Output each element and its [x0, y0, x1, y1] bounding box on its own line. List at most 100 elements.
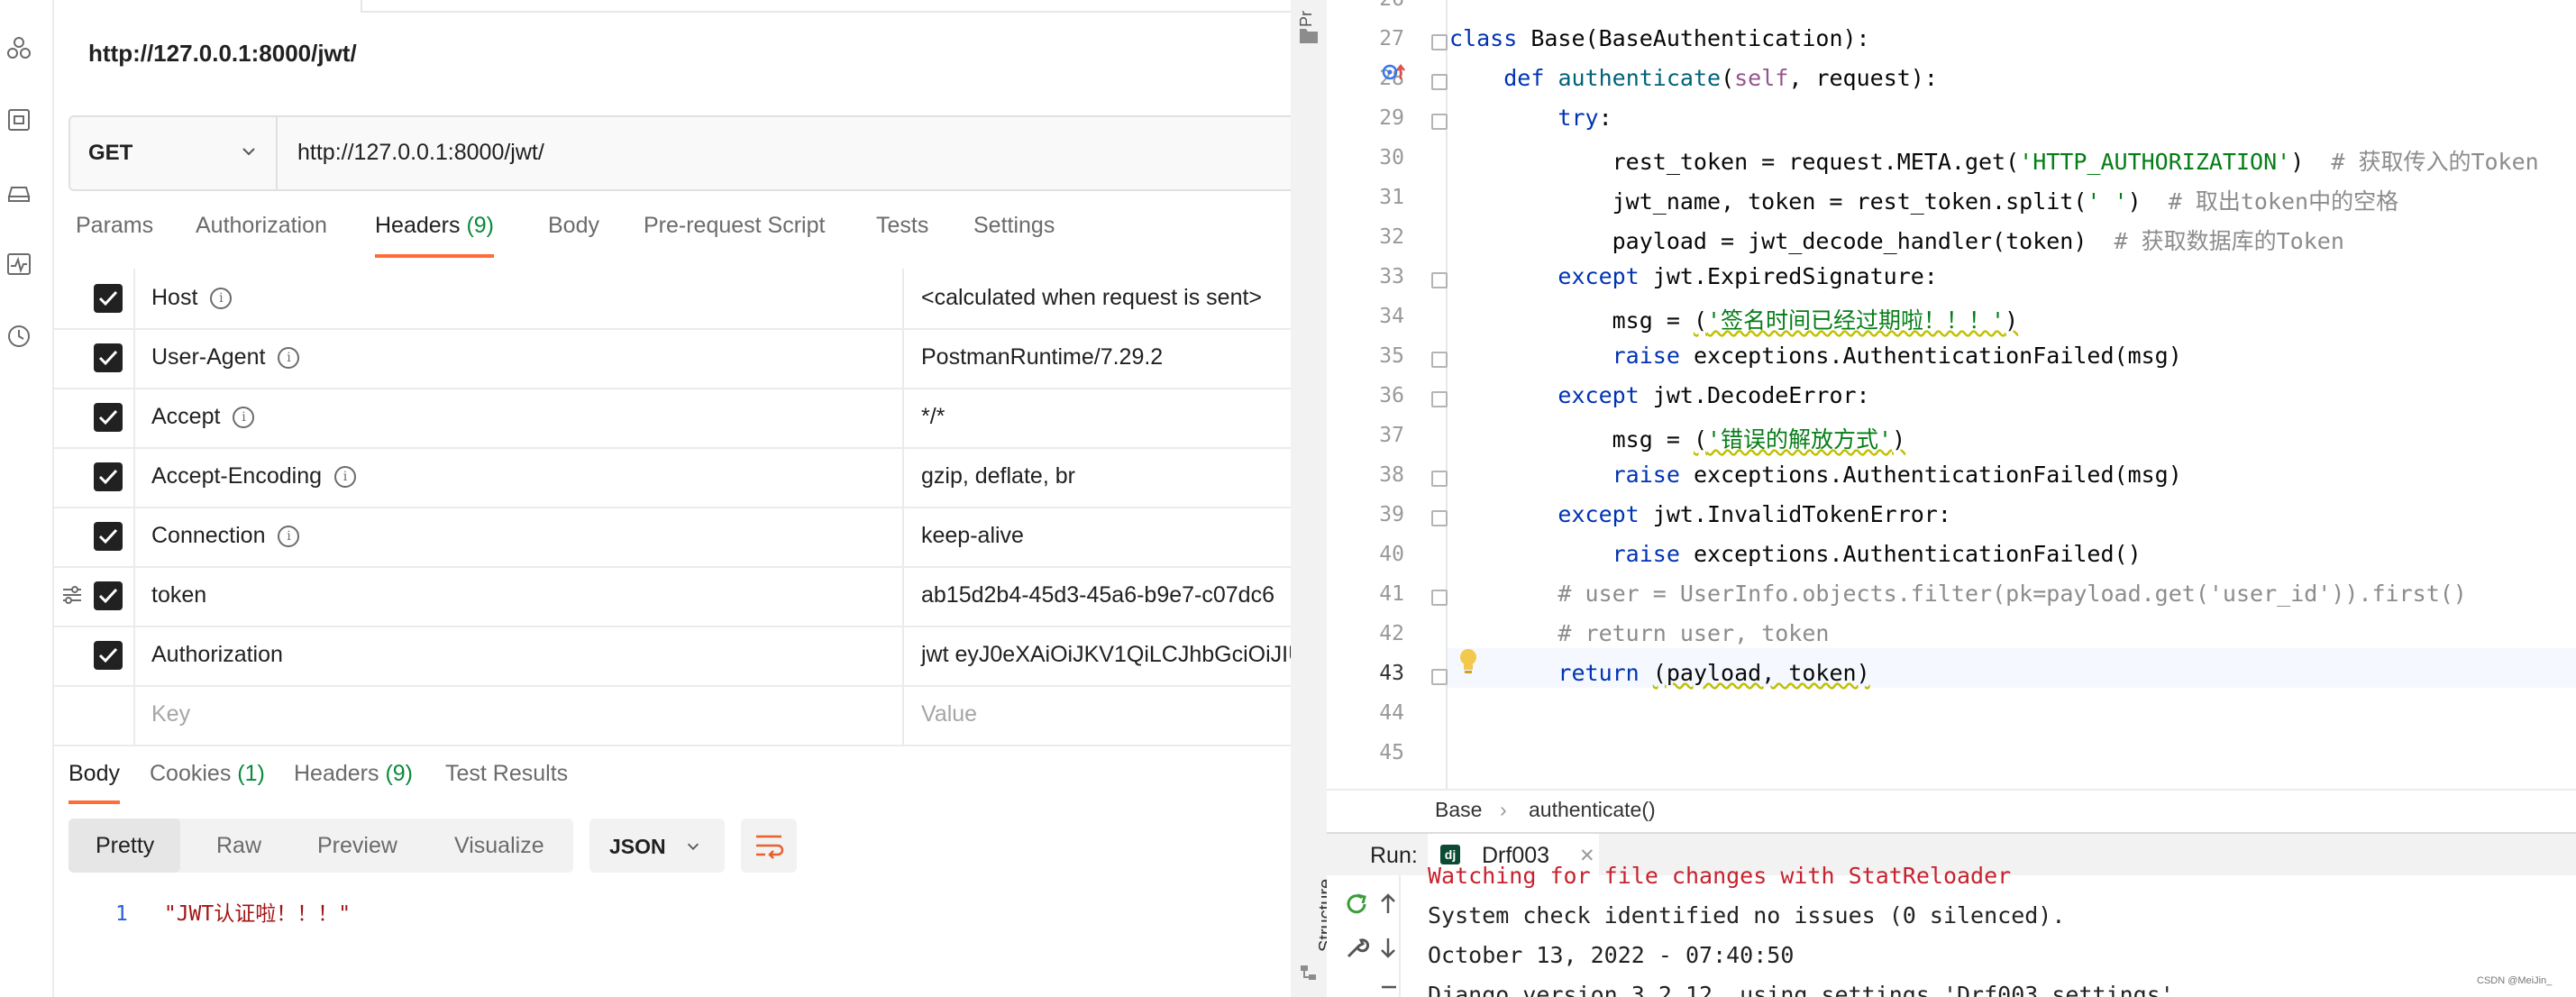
- header-value[interactable]: */*: [921, 404, 945, 430]
- rerun-icon[interactable]: [1343, 892, 1370, 917]
- code-line: jwt_name, token = rest_token.split(' ') …: [1449, 188, 2399, 215]
- active-tab-underline: [69, 800, 120, 804]
- header-checkbox[interactable]: [94, 581, 123, 610]
- header-key[interactable]: Authorization: [151, 642, 283, 668]
- wrap-lines-button[interactable]: [741, 819, 797, 873]
- fold-marker-icon[interactable]: [1431, 391, 1448, 407]
- code-line: # user = UserInfo.objects.filter(pk=payl…: [1557, 581, 2467, 607]
- view-pretty[interactable]: Pretty: [96, 833, 154, 859]
- environments-icon[interactable]: [5, 178, 32, 206]
- header-checkbox[interactable]: [94, 284, 123, 313]
- apis-icon[interactable]: [5, 106, 32, 133]
- fold-marker-icon[interactable]: [1431, 114, 1448, 130]
- breadcrumb-item[interactable]: Base: [1435, 798, 1482, 822]
- scroll-down-icon[interactable]: [1379, 937, 1397, 960]
- tab-tests[interactable]: Tests: [876, 213, 928, 239]
- tab-params[interactable]: Params: [76, 213, 153, 239]
- header-checkbox[interactable]: [94, 641, 123, 670]
- info-icon[interactable]: i: [278, 526, 300, 548]
- url-input[interactable]: http://127.0.0.1:8000/jwt/: [297, 140, 544, 166]
- structure-icon[interactable]: [1298, 963, 1320, 983]
- format-label: JSON: [609, 835, 666, 858]
- lightbulb-icon[interactable]: [1458, 647, 1478, 674]
- header-value[interactable]: <calculated when request is sent>: [921, 285, 1262, 311]
- header-key[interactable]: token: [151, 582, 206, 608]
- scroll-up-icon[interactable]: [1379, 892, 1397, 915]
- response-tab-test-results[interactable]: Test Results: [445, 761, 568, 787]
- wrench-icon[interactable]: [1345, 935, 1370, 960]
- code-line: except jwt.ExpiredSignature:: [1557, 263, 1938, 289]
- response-tab-body[interactable]: Body: [69, 761, 120, 804]
- header-value[interactable]: gzip, deflate, br: [921, 463, 1075, 489]
- override-marker-icon[interactable]: [1381, 61, 1408, 83]
- request-name[interactable]: http://127.0.0.1:8000/jwt/: [88, 40, 357, 68]
- fold-marker-icon[interactable]: [1431, 510, 1448, 526]
- tab-settings[interactable]: Settings: [973, 213, 1055, 239]
- header-checkbox[interactable]: [94, 343, 123, 372]
- info-icon[interactable]: i: [210, 288, 233, 310]
- line-number: 27: [1379, 27, 1404, 50]
- code-line: try:: [1557, 105, 1612, 131]
- header-key[interactable]: Connection i: [151, 523, 300, 549]
- fold-marker-icon[interactable]: [1431, 34, 1448, 50]
- code-line: payload = jwt_decode_handler(token) # 获取…: [1449, 228, 2344, 254]
- header-key[interactable]: Accept-Encoding i: [151, 463, 357, 489]
- tab-pre-request-script[interactable]: Pre-request Script: [644, 213, 825, 239]
- breadcrumb-item[interactable]: authenticate(): [1529, 798, 1656, 822]
- line-number: 31: [1379, 186, 1404, 209]
- folder-icon[interactable]: [1298, 25, 1320, 45]
- response-body: 1 "JWT认证啦！！！": [115, 896, 351, 927]
- fold-marker-icon[interactable]: [1431, 272, 1448, 288]
- fold-marker-icon[interactable]: [1431, 74, 1448, 90]
- info-icon[interactable]: i: [278, 347, 300, 370]
- view-visualize[interactable]: Visualize: [454, 833, 544, 859]
- fold-marker-icon[interactable]: [1431, 590, 1448, 606]
- line-number: 40: [1379, 543, 1404, 566]
- header-key[interactable]: User-Agent i: [151, 344, 300, 370]
- code-line: raise exceptions.AuthenticationFailed(ms…: [1612, 343, 2182, 369]
- header-row: Accept-Encoding i gzip, deflate, br: [52, 447, 1291, 508]
- view-preview[interactable]: Preview: [317, 833, 397, 859]
- fold-marker-icon[interactable]: [1431, 669, 1448, 685]
- chevron-down-icon: [242, 148, 255, 156]
- code-line: return (payload, token): [1557, 660, 1870, 686]
- header-value[interactable]: jwt eyJ0eXAiOiJKV1QiLCJhbGciOiJIU: [921, 642, 1291, 668]
- code-line: msg = ('签名时间已经过期啦！！！'): [1449, 307, 2019, 334]
- history-icon[interactable]: [5, 323, 32, 350]
- response-string: "JWT认证啦！！！": [163, 902, 352, 926]
- collections-icon[interactable]: [5, 34, 32, 61]
- monitors-icon[interactable]: [5, 251, 32, 278]
- tab-body[interactable]: Body: [548, 213, 599, 239]
- response-tab-cookies[interactable]: Cookies (1): [150, 761, 265, 787]
- info-icon[interactable]: i: [233, 407, 255, 429]
- postman-window: http://127.0.0.1:8000/jwt/ GET http://12…: [0, 0, 1291, 997]
- header-key[interactable]: Accept i: [151, 404, 255, 430]
- header-checkbox[interactable]: [94, 522, 123, 551]
- format-select[interactable]: JSON: [589, 819, 725, 873]
- line-number: 29: [1379, 106, 1404, 130]
- tab-headers[interactable]: Headers (9): [375, 213, 495, 258]
- header-value-input[interactable]: Value: [921, 701, 977, 727]
- method-select[interactable]: GET: [70, 117, 278, 189]
- header-value[interactable]: keep-alive: [921, 523, 1024, 549]
- drag-handle-icon[interactable]: [61, 584, 83, 606]
- line-number: 30: [1379, 146, 1404, 169]
- header-value[interactable]: PostmanRuntime/7.29.2: [921, 344, 1163, 370]
- line-number: 43: [1379, 662, 1404, 685]
- header-key-input[interactable]: Key: [151, 701, 190, 727]
- response-tab-headers[interactable]: Headers (9): [294, 761, 413, 787]
- pycharm-window: Pr Structure 26 27 class Base(BaseAuthenti…: [1291, 0, 2576, 997]
- header-key[interactable]: Host i: [151, 285, 233, 311]
- info-icon[interactable]: i: [334, 466, 357, 489]
- fold-marker-icon[interactable]: [1431, 352, 1448, 368]
- view-raw[interactable]: Raw: [216, 833, 261, 859]
- header-checkbox[interactable]: [94, 462, 123, 491]
- soft-wrap-icon[interactable]: [1381, 982, 1397, 991]
- header-value[interactable]: ab15d2b4-45d3-45a6-b9e7-c07dc6: [921, 582, 1274, 608]
- code-line: msg = ('错误的解放方式'): [1449, 426, 1906, 453]
- line-number: 41: [1379, 582, 1404, 606]
- fold-marker-icon[interactable]: [1431, 471, 1448, 487]
- tab-authorization[interactable]: Authorization: [196, 213, 327, 239]
- header-checkbox[interactable]: [94, 403, 123, 432]
- header-row: Host i <calculated when request is sent>: [52, 269, 1291, 330]
